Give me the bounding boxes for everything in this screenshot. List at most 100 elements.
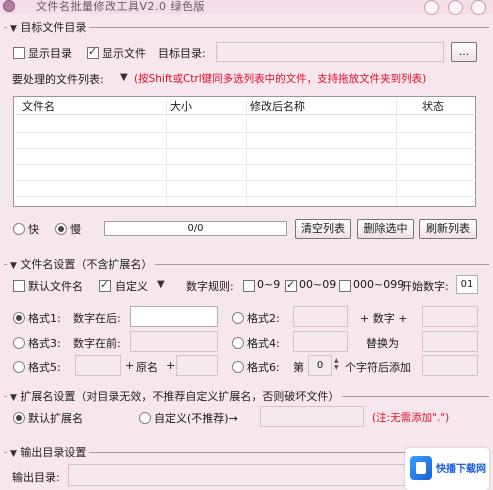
format6-position-spinner[interactable]: 0 <box>308 355 332 376</box>
format6-radio[interactable] <box>232 361 244 373</box>
rule-00-09-label: 00~09 <box>299 278 337 291</box>
show-file-label: 显示文件 <box>102 47 146 60</box>
show-dir-checkbox[interactable] <box>13 47 25 59</box>
start-number-input[interactable]: 01 <box>456 275 478 294</box>
format6-label: 格式6: <box>247 361 280 374</box>
format4-replace-label: 替换为 <box>366 337 399 350</box>
format4-label: 格式4: <box>247 337 280 350</box>
rule-00-09-checkbox[interactable] <box>285 278 297 292</box>
delete-selected-button[interactable]: 删除选中 <box>357 219 414 239</box>
spinner-arrows-icon[interactable]: ▲ ▼ <box>334 357 339 371</box>
format6-input[interactable] <box>422 355 478 376</box>
output-dir-input[interactable] <box>68 464 408 486</box>
default-name-checkbox[interactable] <box>13 280 25 292</box>
watermark-logo-icon <box>410 456 432 480</box>
custom-ext-input[interactable] <box>260 406 364 427</box>
column-divider <box>166 98 167 206</box>
watermark-text: 快播下载网 <box>436 464 486 475</box>
ext-settings-section-title[interactable]: ▼ 扩展名设置（对目录无效，不推荐自定义扩展名，否则破坏文件） <box>7 388 343 404</box>
collapse-triangle-icon: ▼ <box>10 393 17 403</box>
output-dir-label: 输出目录: <box>12 471 60 484</box>
row-divider <box>15 180 476 181</box>
ext-note: (注:无需添加".") <box>372 412 450 424</box>
custom-ext-label: 自定义(不推荐)→ <box>154 412 238 425</box>
default-ext-label: 默认扩展名 <box>28 412 83 425</box>
format5-original-name: 原名 <box>136 361 158 374</box>
format5-prefix-input[interactable] <box>75 355 121 376</box>
custom-dropdown-icon[interactable]: ▼ <box>157 279 165 290</box>
target-dir-input[interactable] <box>216 42 444 62</box>
rule-0-9-label: 0~9 <box>257 278 281 291</box>
collapse-triangle-icon: ▼ <box>10 449 17 459</box>
window-title: 文件名批量修改工具V2.0 绿色版 <box>36 0 206 13</box>
format4-replace-input[interactable] <box>422 331 478 352</box>
row-divider <box>15 196 476 197</box>
close-button[interactable] <box>471 0 486 15</box>
rule-000-099-label: 000~099 <box>353 278 405 291</box>
format1-input[interactable] <box>130 306 218 327</box>
format5-plus-before: + <box>125 359 135 372</box>
default-ext-radio[interactable] <box>13 412 25 424</box>
name-settings-section-label: 文件名设置（不含扩展名） <box>20 258 153 271</box>
format3-text: 数字在前: <box>73 337 121 350</box>
format2-input-before[interactable] <box>293 306 348 327</box>
speed-fast-radio[interactable] <box>13 223 25 235</box>
custom-name-checkbox[interactable] <box>99 278 111 292</box>
speed-fast-label: 快 <box>28 223 39 236</box>
format2-label: 格式2: <box>247 312 280 325</box>
format5-label: 格式5: <box>28 361 61 374</box>
format2-input-after[interactable] <box>422 306 478 327</box>
column-header-filename[interactable]: 文件名 <box>22 98 55 114</box>
rule-000-099-checkbox[interactable] <box>339 280 351 292</box>
title-bar: 文件名批量修改工具V2.0 绿色版 <box>0 0 493 15</box>
format4-find-input[interactable] <box>293 331 348 352</box>
custom-ext-radio[interactable] <box>139 412 151 424</box>
start-number-label: 开始数字: <box>401 280 449 293</box>
collapse-triangle-icon: ▼ <box>10 261 17 271</box>
ext-settings-section-label: 扩展名设置（对目录无效，不推荐自定义扩展名，否则破坏文件） <box>20 390 340 403</box>
refresh-list-button[interactable]: 刷新列表 <box>419 219 477 239</box>
clear-list-button[interactable]: 清空列表 <box>295 219 351 239</box>
format5-suffix-input[interactable] <box>176 355 218 376</box>
number-rule-label: 数字规则: <box>186 280 234 293</box>
file-list-hint: (按Shift或Ctrl键同多选列表中的文件，支持拖放文件夹到列表) <box>134 73 427 85</box>
target-dir-section-label: 目标文件目录 <box>20 21 87 34</box>
file-list-table[interactable]: 文件名 大小 修改后名称 状态 <box>13 96 476 207</box>
format5-plus-after: + <box>166 359 176 372</box>
format4-radio[interactable] <box>232 337 244 349</box>
show-file-checkbox[interactable] <box>87 45 99 59</box>
minimize-button[interactable] <box>424 0 439 15</box>
row-divider <box>15 148 476 149</box>
file-list-dropdown-icon[interactable]: ▼ <box>120 72 128 83</box>
speed-slow-radio[interactable] <box>55 223 67 235</box>
output-dir-section-label: 输出目录设置 <box>20 446 87 459</box>
column-divider <box>246 98 247 206</box>
column-header-size[interactable]: 大小 <box>170 98 192 114</box>
format3-radio[interactable] <box>13 337 25 349</box>
format1-label: 格式1: <box>28 312 61 325</box>
format1-text: 数字在后: <box>73 312 121 325</box>
format6-suffix: 个字符后添加 <box>345 361 411 374</box>
column-header-new-name[interactable]: 修改后名称 <box>250 98 305 114</box>
format3-input[interactable] <box>130 331 218 352</box>
browse-dir-button[interactable]: ... <box>451 42 477 62</box>
watermark-badge: 快播下载网 <box>405 448 489 490</box>
format2-radio[interactable] <box>232 312 244 324</box>
rule-0-9-checkbox[interactable] <box>243 280 255 292</box>
format5-radio[interactable] <box>13 361 25 373</box>
app-icon <box>3 0 15 12</box>
target-dir-section-title[interactable]: ▼ 目标文件目录 <box>7 19 90 35</box>
row-divider <box>15 164 476 165</box>
progress-bar: 0/0 <box>104 221 287 236</box>
default-name-label: 默认文件名 <box>28 280 83 293</box>
row-divider <box>15 132 476 133</box>
target-dir-label: 目标目录: <box>158 47 206 60</box>
output-dir-section-title[interactable]: ▼ 输出目录设置 <box>7 444 90 460</box>
format6-prefix: 第 <box>293 361 304 374</box>
column-header-status[interactable]: 状态 <box>422 98 444 114</box>
show-dir-label: 显示目录 <box>28 47 72 60</box>
format1-radio[interactable] <box>13 312 25 324</box>
file-list-label: 要处理的文件列表: <box>12 73 104 86</box>
maximize-button[interactable] <box>448 0 463 15</box>
name-settings-section-title[interactable]: ▼ 文件名设置（不含扩展名） <box>7 256 156 272</box>
